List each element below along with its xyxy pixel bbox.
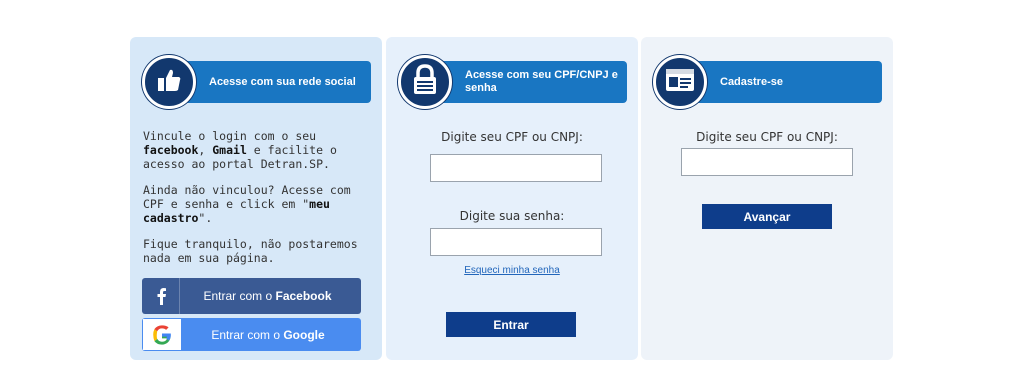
register-next-button[interactable]: Avançar	[702, 204, 832, 229]
login-header-title: Acesse com seu CPF/CNPJ e senha	[465, 69, 618, 94]
google-g-icon	[143, 319, 181, 350]
google-login-label: Entrar com o Google	[181, 328, 361, 342]
facebook-login-label-brand: Facebook	[275, 289, 332, 303]
facebook-login-button[interactable]: Entrar com o Facebook	[142, 278, 361, 314]
cpf-label: Digite seu CPF ou CNPJ:	[441, 130, 583, 144]
social-link-hint-text: Ainda não vinculou? Acesse com CPF e sen…	[143, 183, 371, 225]
facebook-login-label: Entrar com o Facebook	[180, 289, 361, 303]
google-login-label-text: Entrar com o	[211, 327, 284, 342]
social-header-title: Acesse com sua rede social	[209, 75, 356, 88]
id-card-icon	[665, 68, 695, 96]
forgot-password-link[interactable]: Esqueci minha senha	[386, 265, 638, 276]
register-cpf-label: Digite seu CPF ou CNPJ:	[696, 130, 838, 144]
social-header: Acesse com sua rede social	[142, 55, 371, 109]
social-intro-part: ,	[198, 143, 213, 157]
social-header-circle	[142, 55, 196, 109]
register-header: Cadastre-se	[653, 55, 882, 109]
register-cpf-input[interactable]	[681, 148, 853, 176]
social-privacy-text: Fique tranquilo, não postaremos nada em …	[143, 237, 358, 265]
facebook-f-icon	[142, 278, 180, 314]
gmail-emphasis: Gmail	[212, 143, 247, 157]
cpf-login-panel: Acesse com seu CPF/CNPJ e senha Digite s…	[386, 37, 638, 360]
register-panel: Cadastre-se Digite seu CPF ou CNPJ: Avan…	[641, 37, 893, 360]
login-header-circle	[398, 55, 452, 109]
social-hint-part: ".	[198, 211, 213, 225]
register-header-circle	[653, 55, 707, 109]
facebook-login-label-text: Entrar com o	[203, 289, 276, 303]
register-header-title: Cadastre-se	[720, 75, 783, 88]
password-label: Digite sua senha:	[459, 209, 565, 223]
login-header: Acesse com seu CPF/CNPJ e senha	[398, 55, 627, 109]
social-login-panel: Acesse com sua rede social Vincule o log…	[130, 37, 382, 360]
thumbs-up-icon	[154, 65, 184, 99]
social-intro-part: Vincule o login com o seu	[143, 129, 317, 143]
social-intro-text: Vincule o login com o seu facebook, Gmai…	[143, 129, 371, 171]
password-input[interactable]	[430, 228, 602, 256]
google-login-label-brand: Google	[283, 327, 325, 342]
cpf-input[interactable]	[430, 154, 602, 182]
padlock-icon	[410, 64, 440, 100]
google-login-button[interactable]: Entrar com o Google	[142, 318, 361, 351]
login-submit-button[interactable]: Entrar	[446, 312, 576, 337]
facebook-emphasis: facebook	[143, 143, 199, 157]
